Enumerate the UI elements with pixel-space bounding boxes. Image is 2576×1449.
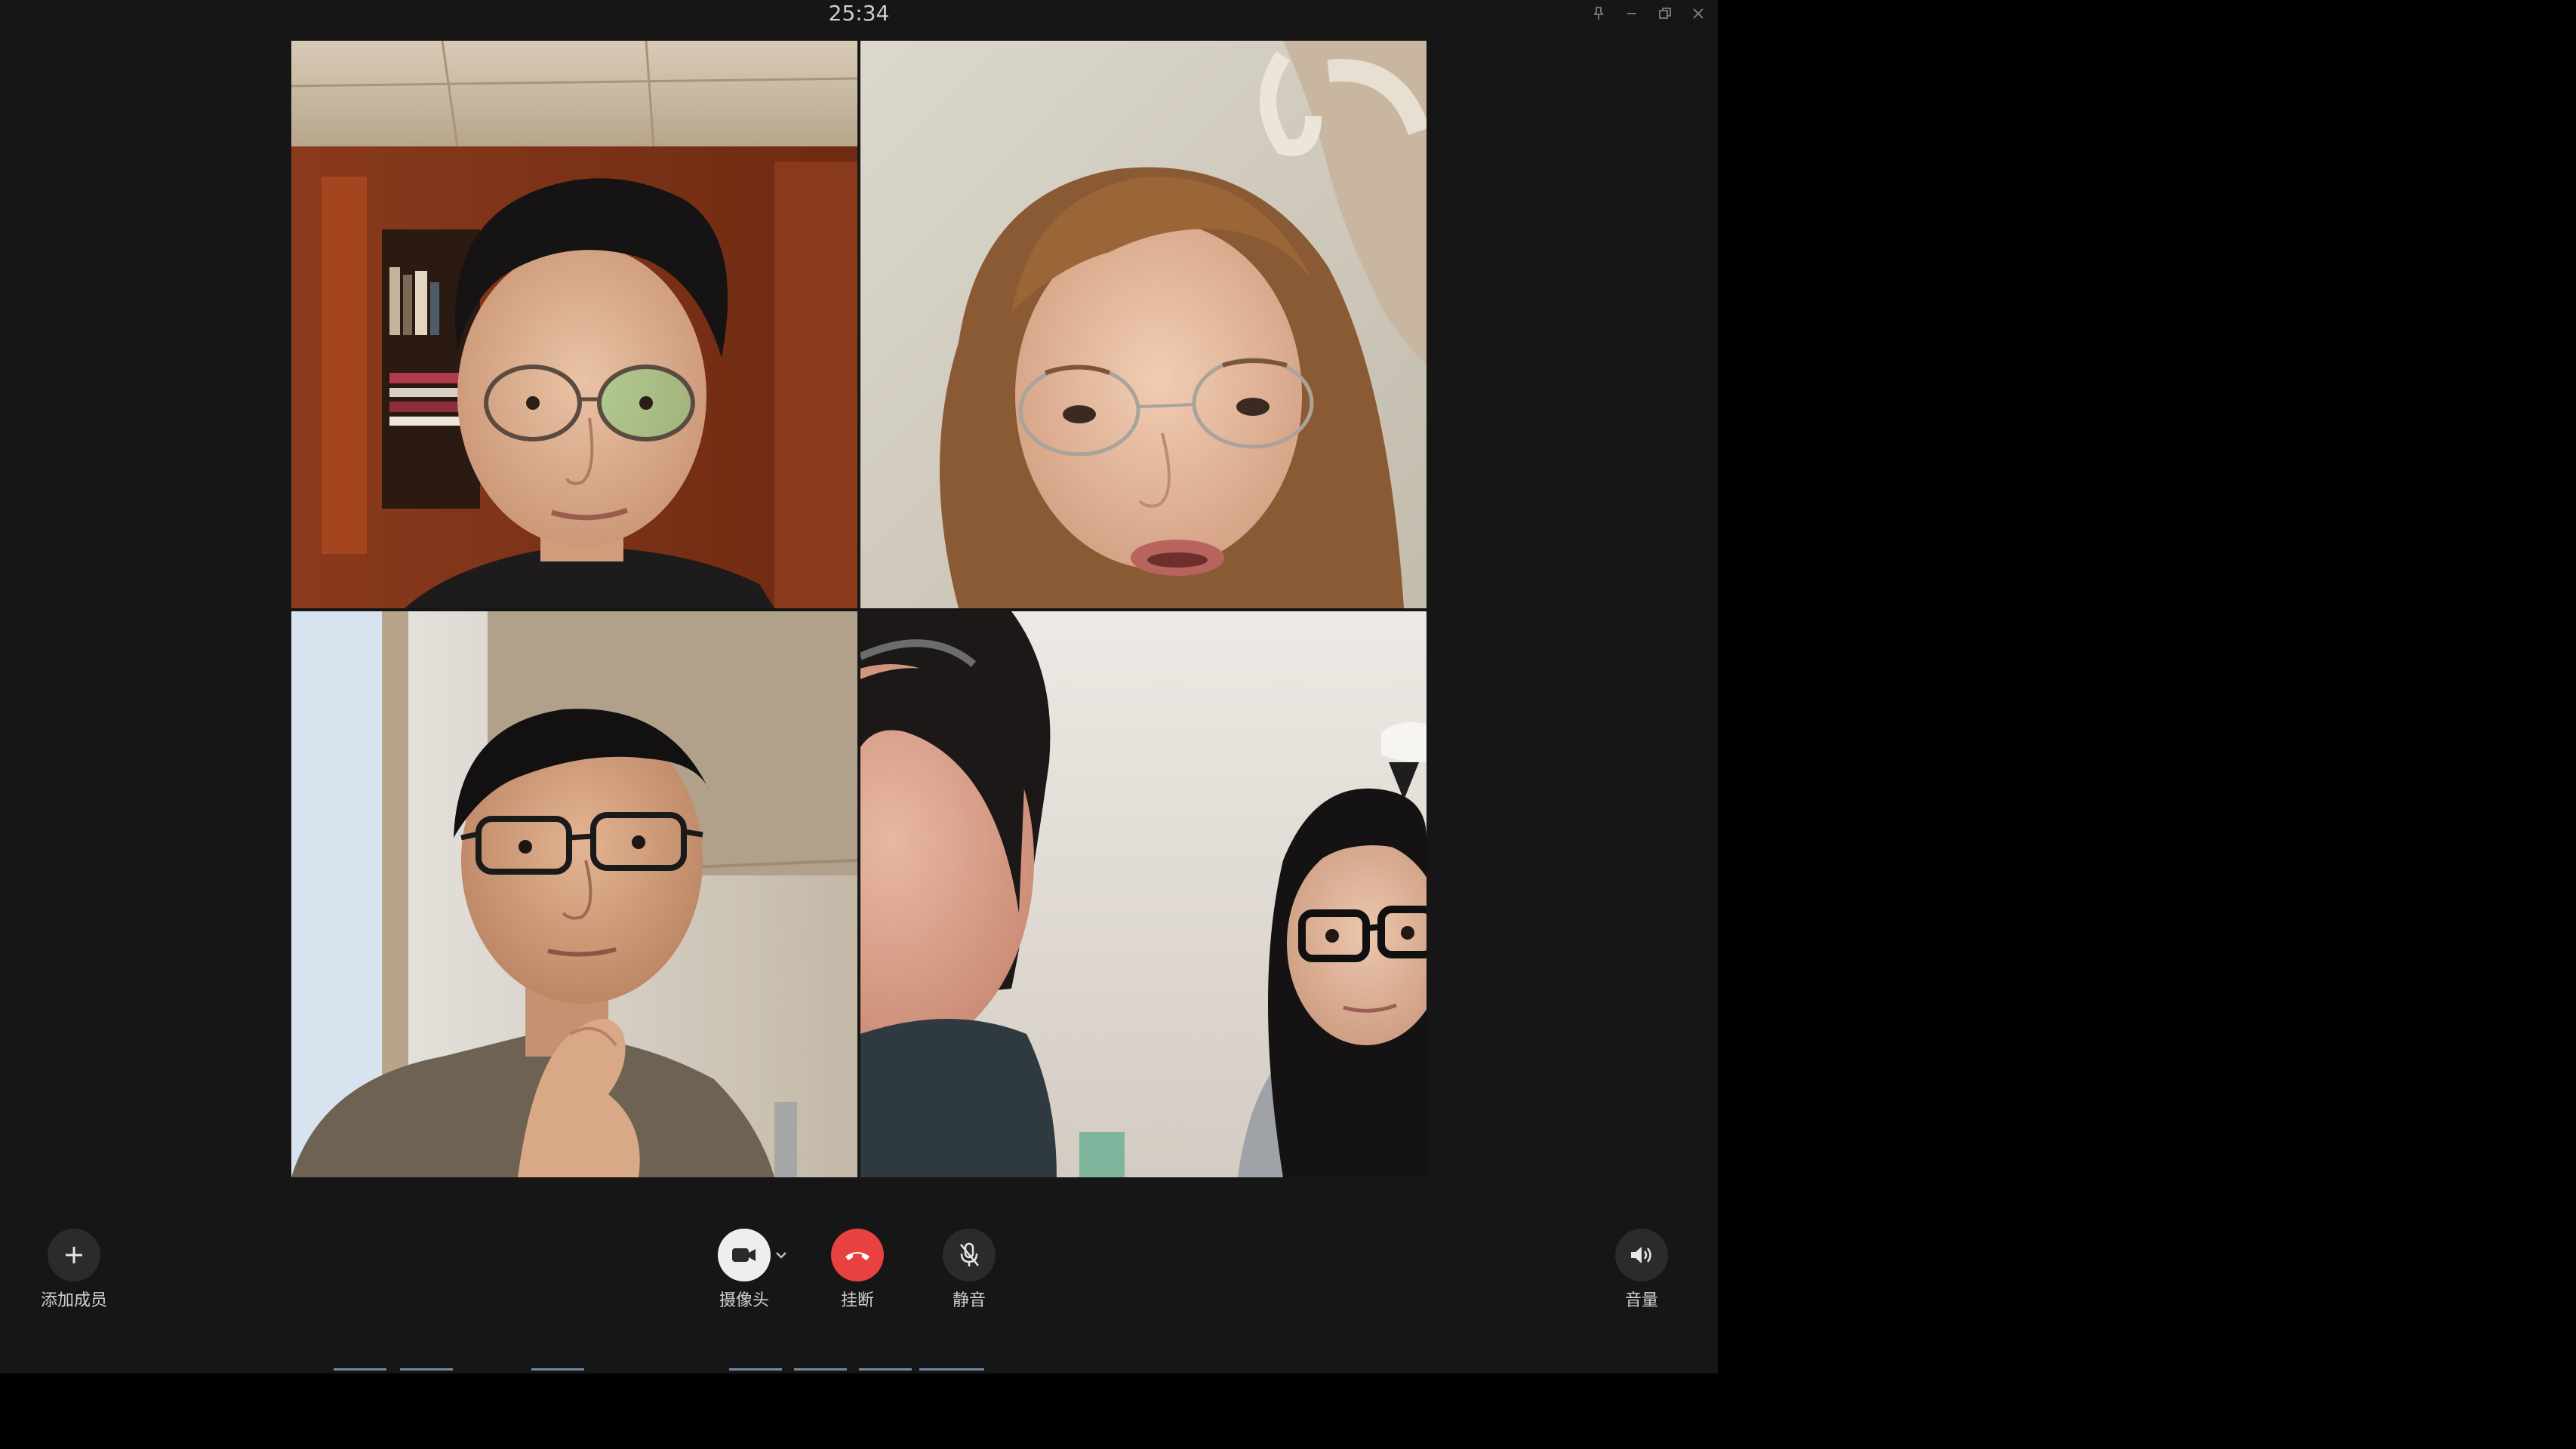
bottom-progress-strip — [0, 1366, 1718, 1374]
camera-label: 摄像头 — [719, 1291, 769, 1310]
strip-segment — [729, 1368, 782, 1371]
close-button[interactable] — [1686, 2, 1710, 26]
hangup-label: 挂断 — [840, 1291, 874, 1310]
minimize-button[interactable] — [1620, 2, 1644, 26]
participant-video-1[interactable] — [291, 41, 857, 608]
volume-button[interactable] — [1615, 1229, 1668, 1281]
hangup-phone-icon — [845, 1252, 869, 1260]
video-camera-icon — [732, 1248, 756, 1262]
video-call-window: 25:34 添加成员 摄像头 挂断 静音 音量 — [0, 0, 1718, 1374]
strip-segment — [400, 1368, 453, 1371]
strip-segment — [334, 1368, 386, 1371]
participant-video-2[interactable] — [860, 41, 1426, 608]
participant-video-4[interactable] — [860, 611, 1426, 1177]
speaker-volume-icon — [1631, 1247, 1651, 1263]
pin-button[interactable] — [1587, 2, 1611, 26]
volume-label: 音量 — [1624, 1291, 1658, 1310]
participant-video-3[interactable] — [291, 611, 857, 1177]
strip-segment — [794, 1368, 847, 1371]
camera-button[interactable] — [718, 1229, 771, 1281]
camera-options-chevron-down-icon[interactable] — [773, 1247, 789, 1263]
video-frame-2 — [860, 41, 1426, 608]
pin-icon — [1593, 7, 1604, 20]
minimize-icon — [1627, 13, 1636, 14]
strip-segment — [859, 1368, 912, 1371]
restore-icon — [1659, 8, 1671, 19]
strip-segment — [531, 1368, 584, 1371]
volume-control[interactable]: 音量 — [1574, 1229, 1710, 1312]
call-timer: 25:34 — [828, 1, 890, 26]
hangup-button[interactable] — [831, 1229, 884, 1281]
video-frame-3 — [291, 611, 857, 1177]
add-member-label: 添加成员 — [40, 1291, 107, 1310]
add-member-control[interactable]: 添加成员 — [6, 1229, 142, 1312]
restore-button[interactable] — [1653, 2, 1677, 26]
mute-control[interactable]: 静音 — [901, 1229, 1037, 1312]
video-frame-1 — [291, 41, 857, 608]
video-grid — [291, 41, 1426, 1177]
mute-label: 静音 — [952, 1291, 986, 1310]
window-controls — [1587, 2, 1710, 26]
video-frame-4 — [860, 611, 1426, 1177]
plus-icon — [66, 1247, 82, 1263]
strip-segment — [919, 1368, 984, 1371]
mute-button[interactable] — [943, 1229, 996, 1281]
title-bar: 25:34 — [0, 0, 1718, 30]
close-icon — [1693, 8, 1703, 19]
microphone-muted-icon — [960, 1242, 979, 1266]
add-member-button[interactable] — [48, 1229, 100, 1281]
